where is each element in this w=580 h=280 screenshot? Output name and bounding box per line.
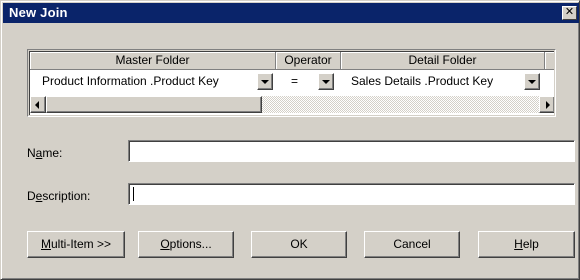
close-button[interactable]: ✕: [562, 6, 577, 20]
column-header-operator[interactable]: Operator: [276, 52, 341, 70]
chevron-down-icon: [261, 80, 269, 84]
master-folder-cell[interactable]: Product Information .Product Key: [30, 71, 276, 93]
operator-cell[interactable]: =: [276, 71, 341, 93]
operator-dropdown-button[interactable]: [318, 73, 334, 90]
join-grid-inner: Master Folder Operator Detail Folder Pro…: [29, 51, 554, 115]
options-button[interactable]: Options...: [138, 231, 234, 258]
ok-button[interactable]: OK: [251, 231, 347, 258]
detail-folder-value: Sales Details .Product Key: [351, 74, 494, 88]
join-grid: Master Folder Operator Detail Folder Pro…: [27, 49, 556, 117]
column-header-master-folder[interactable]: Master Folder: [30, 52, 276, 70]
new-join-dialog: New Join ✕ Master Folder Operator Detail…: [0, 0, 580, 280]
name-label: Name:: [27, 146, 63, 160]
column-header-detail-folder[interactable]: Detail Folder: [341, 52, 545, 70]
description-label: Description:: [27, 189, 91, 203]
chevron-down-icon: [528, 80, 536, 84]
name-field[interactable]: [128, 140, 575, 162]
scroll-right-button[interactable]: [539, 96, 554, 113]
text-caret: [133, 187, 134, 201]
scroll-left-button[interactable]: [30, 96, 46, 113]
title-bar[interactable]: New Join ✕: [3, 3, 579, 23]
horizontal-scrollbar[interactable]: [30, 96, 554, 113]
column-header-filler: [545, 52, 554, 70]
cancel-button[interactable]: Cancel: [364, 231, 460, 258]
window-title: New Join: [9, 5, 68, 20]
help-button[interactable]: Help: [478, 231, 575, 258]
chevron-down-icon: [322, 80, 330, 84]
multi-item-button[interactable]: Multi-Item >>: [27, 231, 125, 258]
detail-folder-cell[interactable]: Sales Details .Product Key: [341, 71, 545, 93]
master-folder-value: Product Information .Product Key: [42, 74, 219, 88]
detail-folder-dropdown-button[interactable]: [524, 73, 540, 90]
scrollbar-thumb[interactable]: [46, 96, 262, 113]
arrow-right-icon: [546, 101, 550, 109]
operator-value: =: [291, 74, 299, 88]
arrow-left-icon: [35, 101, 39, 109]
master-folder-dropdown-button[interactable]: [257, 73, 273, 90]
description-field[interactable]: [128, 183, 575, 205]
close-icon: ✕: [564, 6, 575, 18]
